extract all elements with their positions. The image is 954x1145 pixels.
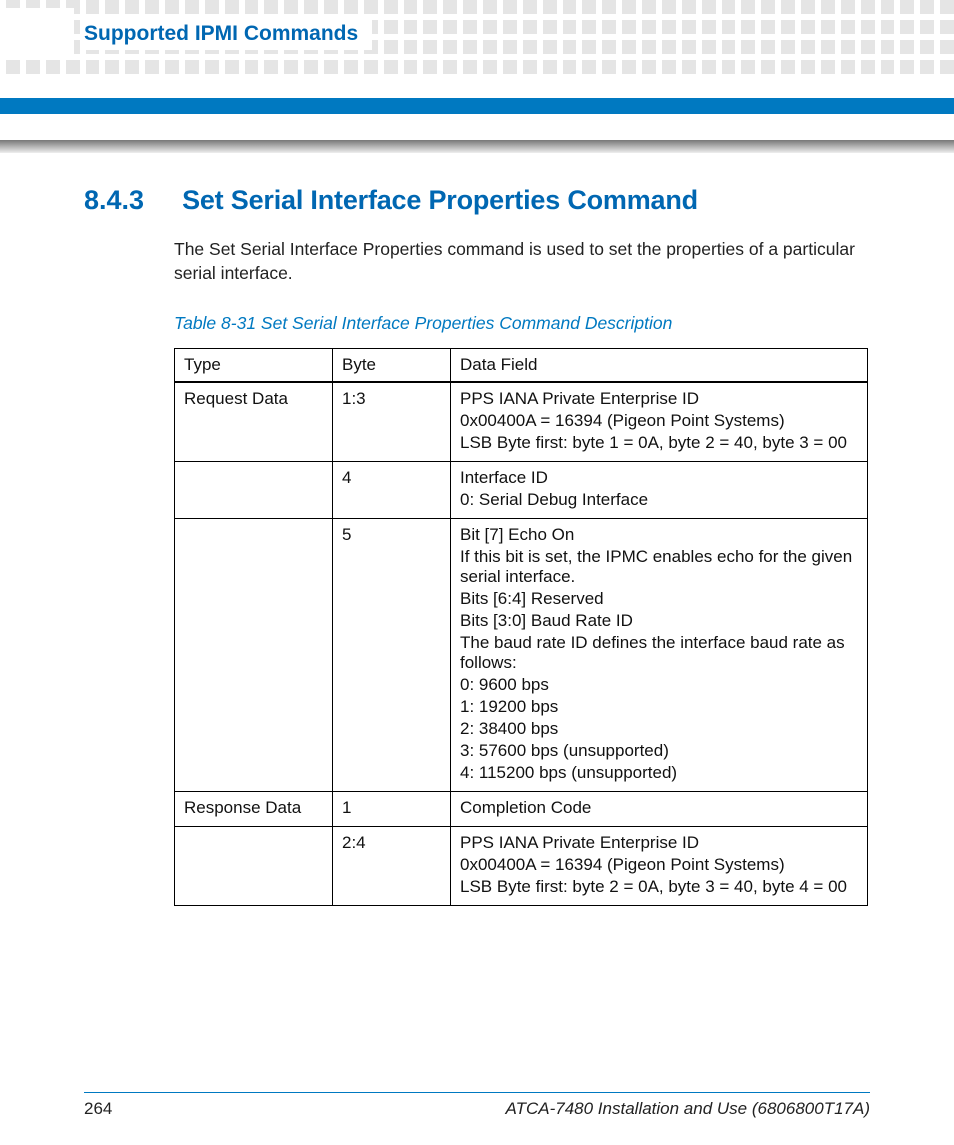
cell-type [175,462,333,519]
cell-byte: 4 [333,462,451,519]
cell-byte: 5 [333,519,451,792]
table-caption: Table 8-31 Set Serial Interface Properti… [174,313,870,334]
table-row: 5Bit [7] Echo OnIf this bit is set, the … [175,519,868,792]
cell-data: Bit [7] Echo OnIf this bit is set, the I… [451,519,868,792]
section-heading: 8.4.3 Set Serial Interface Properties Co… [84,185,870,216]
cell-type: Request Data [175,382,333,462]
footer-rule [84,1092,870,1094]
cell-data: Interface ID0: Serial Debug Interface [451,462,868,519]
cell-type [175,519,333,792]
table-row: Request Data1:3PPS IANA Private Enterpri… [175,382,868,462]
section-number: 8.4.3 [84,185,144,216]
table-row: 2:4PPS IANA Private Enterprise ID0x00400… [175,827,868,906]
cell-data: Completion Code [451,792,868,827]
cell-byte: 2:4 [333,827,451,906]
cell-type: Response Data [175,792,333,827]
page-footer: 264 ATCA-7480 Installation and Use (6806… [84,1099,870,1119]
chapter-title: Supported IPMI Commands [84,18,372,50]
th-data: Data Field [451,349,868,383]
cell-byte: 1 [333,792,451,827]
cell-data: PPS IANA Private Enterprise ID0x00400A =… [451,382,868,462]
cell-type [175,827,333,906]
th-type: Type [175,349,333,383]
header-gradient-bar [0,140,954,153]
command-table: Type Byte Data Field Request Data1:3PPS … [174,348,868,906]
section-title: Set Serial Interface Properties Command [182,185,698,216]
table-row: 4Interface ID0: Serial Debug Interface [175,462,868,519]
table-row: Response Data1Completion Code [175,792,868,827]
table-header-row: Type Byte Data Field [175,349,868,383]
cell-data: PPS IANA Private Enterprise ID0x00400A =… [451,827,868,906]
section-body: The Set Serial Interface Properties comm… [174,238,870,285]
page-number: 264 [84,1099,112,1119]
table-body: Request Data1:3PPS IANA Private Enterpri… [175,382,868,906]
cell-byte: 1:3 [333,382,451,462]
th-byte: Byte [333,349,451,383]
page: Supported IPMI Commands 8.4.3 Set Serial… [0,0,954,1145]
content-area: 8.4.3 Set Serial Interface Properties Co… [84,185,870,906]
header-blue-bar [0,98,954,114]
doc-title: ATCA-7480 Installation and Use (6806800T… [506,1099,870,1119]
